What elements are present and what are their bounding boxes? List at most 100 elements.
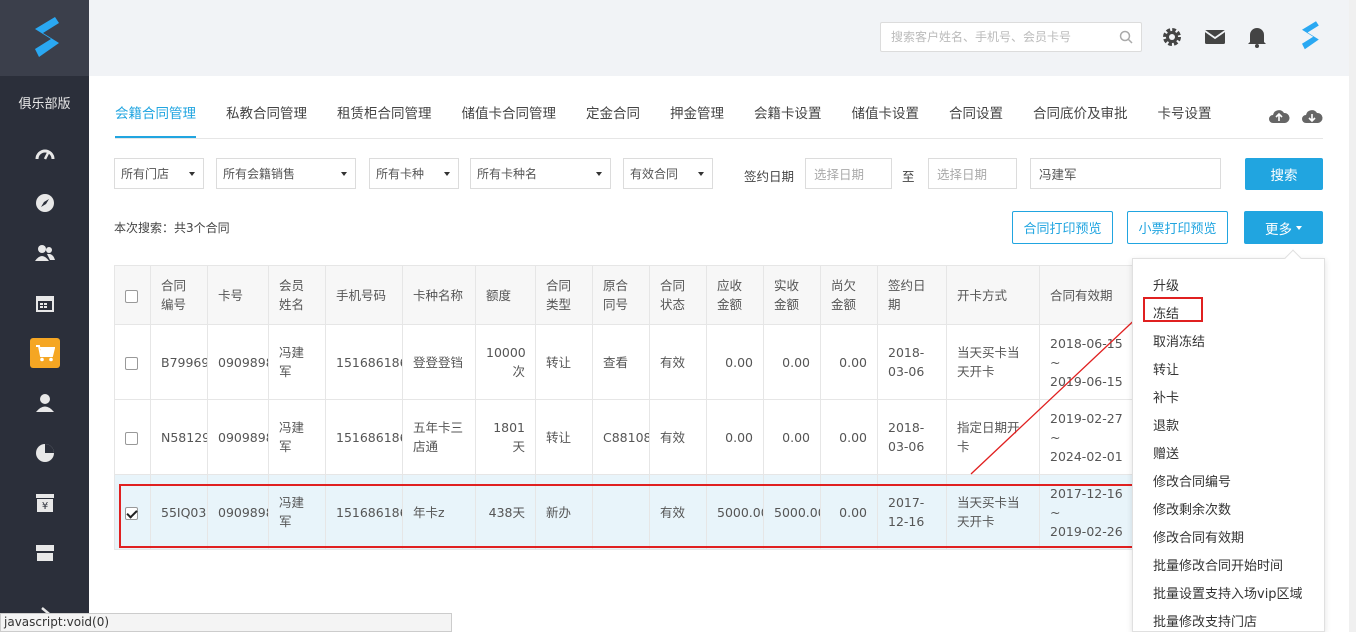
nav-user[interactable] <box>0 388 89 418</box>
freeze-highlight <box>1143 297 1203 322</box>
menu-item-batch-edit-start-time[interactable]: 批量修改合同开始时间 <box>1153 555 1283 574</box>
store-icon <box>30 538 60 568</box>
original-contract-link[interactable]: C881086 <box>592 399 650 475</box>
selected-row-highlight <box>119 484 1134 548</box>
contract-status-select[interactable]: 有效合同 <box>623 158 713 189</box>
col-header[interactable]: 卡种名称 <box>402 265 476 325</box>
card-name-select[interactable]: 所有卡种名 <box>470 158 611 189</box>
nav-dashboard[interactable] <box>0 138 89 168</box>
tab-stored-value-contract[interactable]: 储值卡合同管理 <box>462 102 557 138</box>
select-all-checkbox[interactable] <box>125 289 138 303</box>
nav-compass[interactable] <box>0 188 89 218</box>
member-name-link[interactable]: 冯建军 <box>268 324 326 400</box>
card-name: 登登登铛 <box>402 324 476 400</box>
card-type-select[interactable]: 所有卡种 <box>369 158 459 189</box>
card-number: 09098989 <box>207 324 269 400</box>
menu-item-refund[interactable]: 退款 <box>1153 415 1179 434</box>
caret-down-icon <box>1296 225 1302 230</box>
menu-item-edit-contract-id[interactable]: 修改合同编号 <box>1153 471 1231 490</box>
keyword-input[interactable]: 冯建军 <box>1030 158 1221 189</box>
tab-membership-contract[interactable]: 会籍合同管理 <box>115 102 196 138</box>
contract-print-preview-button[interactable]: 合同打印预览 <box>1012 211 1113 244</box>
col-header[interactable]: 手机号码 <box>325 265 403 325</box>
sign-date: 2018-03-06 <box>877 324 947 400</box>
member-name-link[interactable]: 冯建军 <box>268 399 326 475</box>
menu-item-edit-validity[interactable]: 修改合同有效期 <box>1153 527 1244 546</box>
col-header[interactable]: 签约日期 <box>877 265 947 325</box>
top-bar <box>89 0 1356 76</box>
tab-locker-contract[interactable]: 租赁柜合同管理 <box>337 102 432 138</box>
col-header[interactable]: 会员姓名 <box>268 265 326 325</box>
tab-deposit-contract[interactable]: 定金合同 <box>586 102 640 138</box>
user-icon <box>30 388 60 418</box>
upload-button[interactable] <box>1268 108 1290 128</box>
nav-cart[interactable] <box>0 338 89 368</box>
nav-members[interactable] <box>0 238 89 268</box>
brand-mark[interactable] <box>1294 18 1324 54</box>
tab-contract-settings[interactable]: 合同设置 <box>949 102 1003 138</box>
svg-text:¥: ¥ <box>41 501 47 512</box>
col-header[interactable]: 合同编号 <box>150 265 208 325</box>
col-header[interactable]: 合同类型 <box>535 265 593 325</box>
tabs-divider <box>115 138 1323 139</box>
menu-item-reissue-card[interactable]: 补卡 <box>1153 387 1179 406</box>
menu-item-edit-remaining-count[interactable]: 修改剩余次数 <box>1153 499 1231 518</box>
logo-icon <box>34 17 59 57</box>
menu-item-batch-edit-stores[interactable]: 批量修改支持门店 <box>1153 611 1257 630</box>
page-scrollbar[interactable] <box>1349 0 1356 632</box>
browser-status-bar: javascript:void(0) <box>0 613 452 632</box>
col-header[interactable]: 应收金额 <box>706 265 764 325</box>
menu-item-gift[interactable]: 赠送 <box>1153 443 1179 462</box>
search-button[interactable]: 搜索 <box>1245 158 1323 190</box>
sign-date-label: 签约日期 <box>744 169 795 184</box>
customer-search[interactable] <box>880 22 1142 52</box>
col-header[interactable]: 原合同号 <box>592 265 650 325</box>
tab-pt-contract[interactable]: 私教合同管理 <box>226 102 307 138</box>
tab-stored-value-settings[interactable]: 储值卡设置 <box>852 102 920 138</box>
messages-button[interactable] <box>1202 24 1228 50</box>
phone-number: 15168618661 <box>325 324 403 400</box>
col-header[interactable]: 尚欠金额 <box>820 265 878 325</box>
sales-select[interactable]: 所有会籍销售 <box>216 158 356 189</box>
menu-item-upgrade[interactable]: 升级 <box>1153 275 1179 294</box>
annotation-arrow <box>970 308 1147 475</box>
menu-item-transfer[interactable]: 转让 <box>1153 359 1179 378</box>
col-header[interactable]: 合同状态 <box>649 265 707 325</box>
col-header[interactable]: 实收金额 <box>763 265 821 325</box>
col-header[interactable]: 额度 <box>475 265 536 325</box>
nav-finance[interactable]: ¥ <box>0 488 89 518</box>
sign-date: 2018-03-06 <box>877 399 947 475</box>
menu-item-batch-vip-area[interactable]: 批量设置支持入场vip区域 <box>1153 583 1303 602</box>
amount-owed: 0.00 <box>820 324 878 400</box>
settings-button[interactable] <box>1159 24 1185 50</box>
brand-logo[interactable] <box>0 0 89 76</box>
tab-card-number-settings[interactable]: 卡号设置 <box>1158 102 1212 138</box>
store-select[interactable]: 所有门店 <box>114 158 204 189</box>
notifications-button[interactable] <box>1244 24 1270 50</box>
date-to-input[interactable]: 选择日期 <box>928 158 1017 189</box>
more-button[interactable]: 更多 <box>1244 211 1323 244</box>
row-checkbox[interactable] <box>125 356 138 370</box>
caret-down-icon <box>444 172 450 176</box>
download-button[interactable] <box>1301 108 1323 128</box>
row-checkbox[interactable] <box>125 431 138 445</box>
search-input[interactable] <box>891 30 1119 44</box>
original-contract-link[interactable]: 查看 <box>592 324 650 400</box>
card-name: 五年卡三店通 <box>402 399 476 475</box>
col-header[interactable]: 卡号 <box>207 265 269 325</box>
search-icon[interactable] <box>1119 30 1133 44</box>
ticket-print-preview-button[interactable]: 小票打印预览 <box>1127 211 1228 244</box>
tab-membership-card-settings[interactable]: 会籍卡设置 <box>754 102 822 138</box>
pie-chart-icon <box>30 438 60 468</box>
sidebar: 俱乐部版 ¥ <box>0 0 89 632</box>
nav-calendar[interactable] <box>0 288 89 318</box>
nav-report[interactable] <box>0 438 89 468</box>
amount-due: 0.00 <box>706 324 764 400</box>
logo-icon <box>1302 21 1319 50</box>
nav-store[interactable] <box>0 538 89 568</box>
tab-price-approval[interactable]: 合同底价及审批 <box>1033 102 1128 138</box>
date-from-input[interactable]: 选择日期 <box>805 158 892 189</box>
tab-guarantee[interactable]: 押金管理 <box>670 102 724 138</box>
menu-item-unfreeze[interactable]: 取消冻结 <box>1153 331 1205 350</box>
bell-icon <box>1248 28 1266 48</box>
